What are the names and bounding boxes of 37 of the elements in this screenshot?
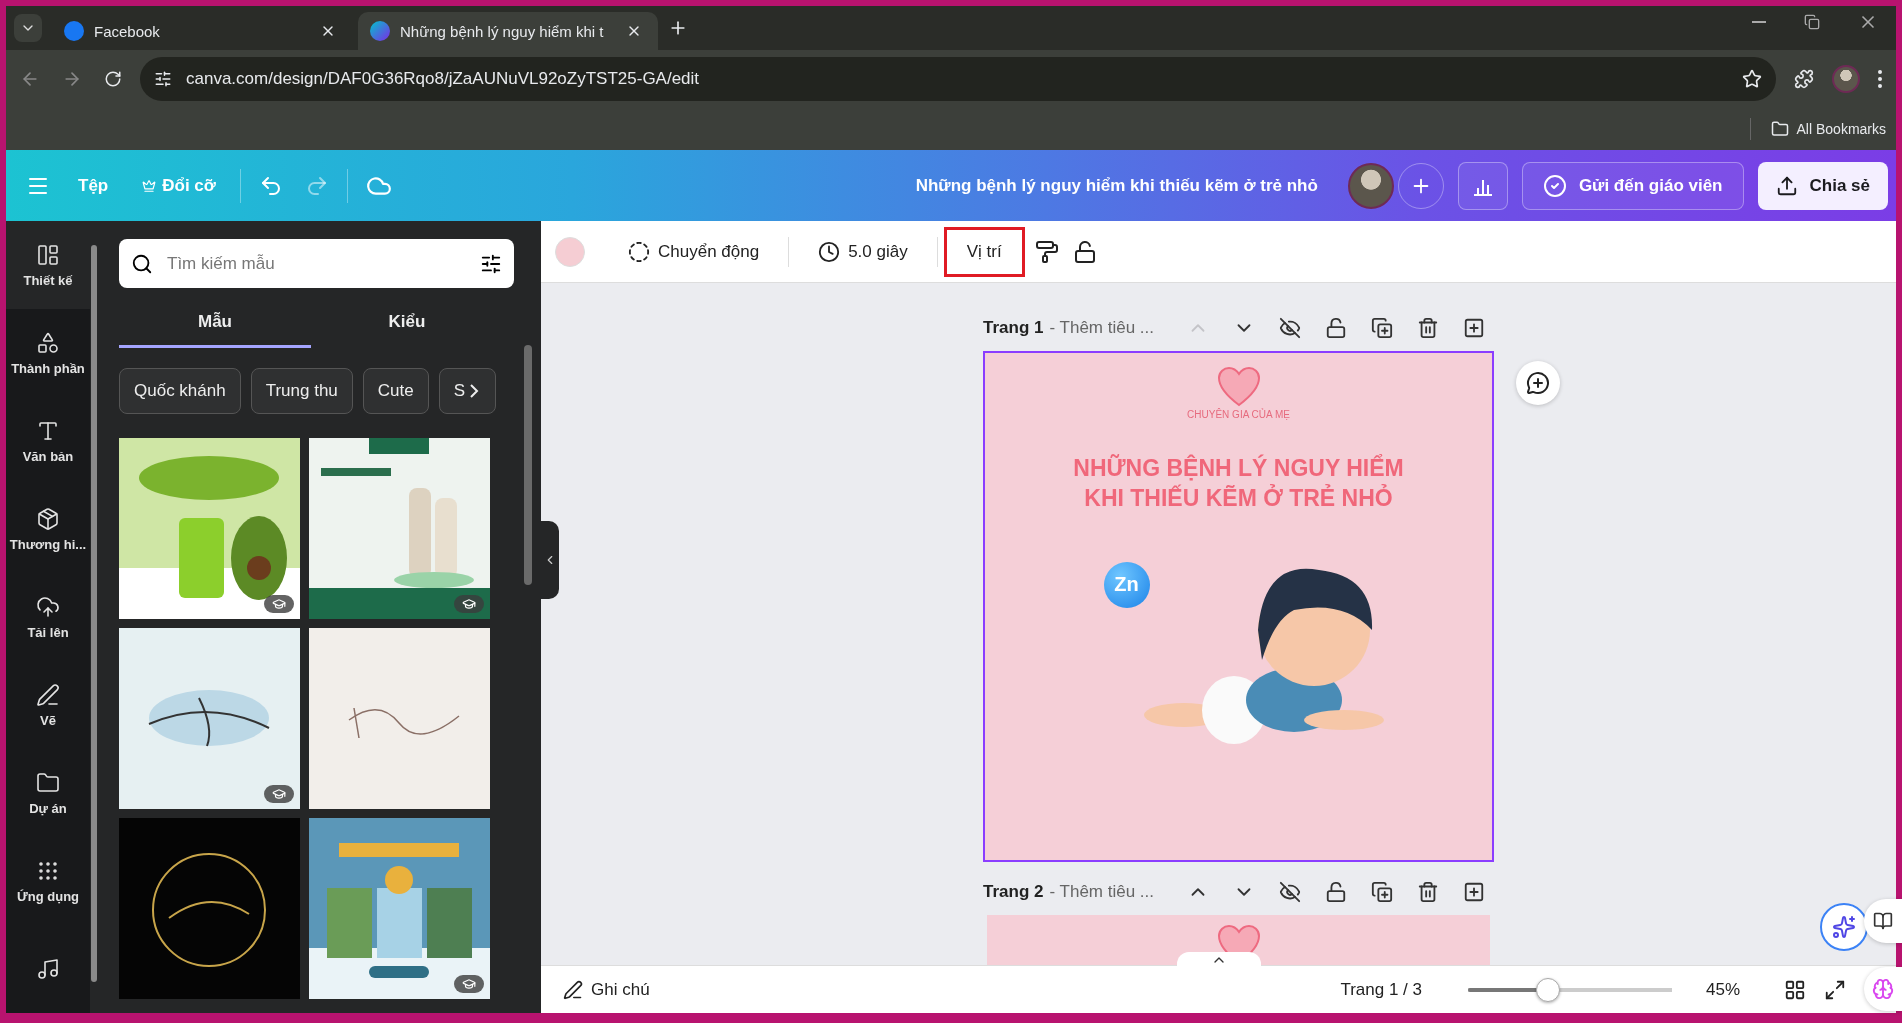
page-title: Trang 2 — [983, 882, 1044, 902]
search-bar[interactable]: Tìm kiếm mẫu — [119, 239, 514, 288]
headline: KHI THIẾU KẼM Ở TRẺ NHỎ — [1084, 483, 1393, 513]
category-chip[interactable]: Trung thu — [250, 368, 353, 414]
sidebar-item[interactable]: Vẽ — [6, 661, 90, 749]
zoom-reading[interactable]: 45% — [1705, 979, 1740, 1000]
headline: NHỮNG BỆNH LÝ NGUY HIỂM — [1073, 454, 1404, 483]
logo-caption: CHUYÊN GIA CỦA MẸ — [1187, 409, 1290, 420]
category-chip[interactable]: S — [438, 368, 497, 414]
browser-tab[interactable]: Facebook — [52, 12, 352, 50]
zinc-badge: Zn — [1103, 561, 1150, 608]
address-bar[interactable]: canva.com/design/DAF0G36Rqo8/jZaAUNuVL92oZyTST25-GA/edit — [140, 57, 1776, 101]
toolbar-button[interactable]: 5.0 giây — [795, 226, 931, 277]
design-title[interactable]: Những bệnh lý nguy hiểm khi thiếu kẽm ở trẻ nhỏ — [915, 175, 1318, 196]
url-text: canva.com/design/DAF0G36Rqo8/jZaAUNuVL92oZyTST25-GA/edit — [186, 69, 701, 89]
page-subtitle[interactable]: - Thêm tiêu ... — [1049, 882, 1155, 902]
page-subtitle[interactable]: - Thêm tiêu ... — [1049, 318, 1155, 338]
notes-button[interactable]: Ghi chú — [557, 978, 656, 1001]
sidebar-item[interactable]: Thiết kế — [6, 221, 90, 309]
bookmarks-link[interactable]: All Bookmarks — [1796, 121, 1886, 137]
panel-tab[interactable]: Mẫu — [119, 298, 311, 348]
page-title: Trang 1 — [983, 318, 1044, 338]
sidebar-item[interactable]: Thành phần — [6, 309, 90, 397]
sidebar-item[interactable]: Văn bản — [6, 397, 90, 485]
toolbar-button[interactable]: Chuyển động — [605, 226, 783, 277]
send-to-teacher-button[interactable]: Gửi đến giáo viên — [1521, 161, 1744, 210]
sidebar-item[interactable]: Tải lên — [6, 573, 90, 661]
toolbar-button[interactable]: Vị trí — [943, 226, 1025, 277]
sidebar-item[interactable]: Thương hi... — [6, 485, 90, 573]
sidebar-item[interactable]: Dự án — [6, 749, 90, 837]
sidebar-item[interactable]: Ứng dụng — [6, 837, 90, 925]
category-chip[interactable]: Cute — [362, 368, 429, 414]
category-chip[interactable]: Quốc khánh — [119, 368, 241, 414]
share-button[interactable]: Chia sẻ — [1757, 161, 1888, 210]
panel-tab[interactable]: Kiểu — [311, 298, 503, 348]
page-counter[interactable]: Trang 1 / 3 — [1340, 979, 1422, 1000]
browser-tab[interactable]: Những bệnh lý nguy hiểm khi t — [358, 12, 658, 50]
